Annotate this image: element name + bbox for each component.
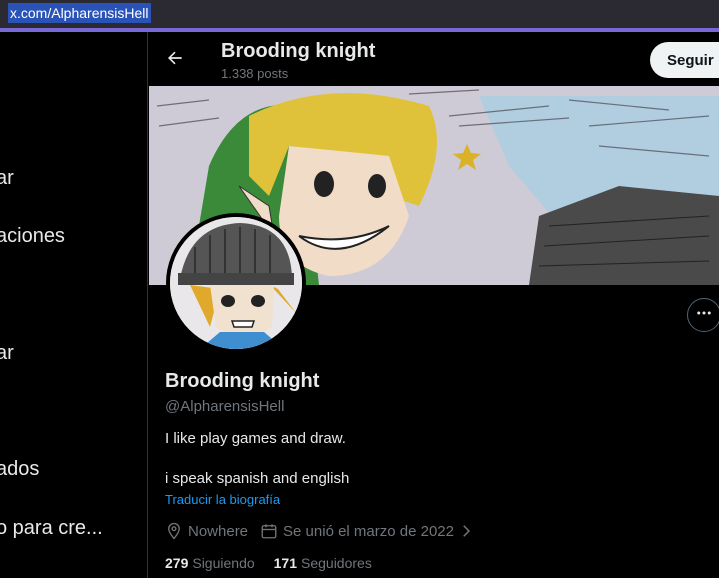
arrow-left-icon bbox=[165, 48, 185, 73]
location-pin-icon bbox=[165, 522, 183, 540]
location-text: Nowhere bbox=[188, 522, 249, 540]
browser-address-bar[interactable]: x.com/AlpharensisHell bbox=[0, 0, 719, 28]
joined-date: Se unió el marzo de 2022 bbox=[283, 522, 454, 540]
profile-avatar[interactable] bbox=[166, 213, 306, 353]
more-options-button[interactable] bbox=[687, 298, 719, 332]
sidebar-item-4[interactable]: ados bbox=[0, 458, 39, 481]
more-horizontal-icon bbox=[695, 304, 713, 327]
profile-handle: @AlpharensisHell bbox=[165, 398, 285, 415]
sidebar-item-5[interactable]: o para cre... bbox=[0, 517, 103, 540]
followers-count: 171 bbox=[273, 555, 297, 571]
sidebar-item-2[interactable]: aciones bbox=[0, 225, 65, 248]
following-count: 279 bbox=[165, 555, 189, 571]
follow-stats: 279 Siguiendo 171 Seguidores bbox=[165, 555, 391, 571]
followers-link[interactable]: 171 Seguidores bbox=[274, 555, 372, 571]
profile-column: Brooding knight 1.338 posts Seguir Brood… bbox=[149, 32, 719, 578]
profile-header-bar: Brooding knight 1.338 posts Seguir bbox=[149, 32, 719, 86]
header-profile-name: Brooding knight bbox=[221, 40, 376, 62]
chevron-right-icon[interactable] bbox=[457, 522, 475, 540]
calendar-icon bbox=[260, 522, 278, 540]
bio-line-1: I like play games and draw. bbox=[165, 430, 346, 447]
sidebar-nav: ar aciones ar ados o para cre... bbox=[0, 32, 148, 578]
bio-line-2: i speak spanish and english bbox=[165, 470, 350, 487]
url-text[interactable]: x.com/AlpharensisHell bbox=[8, 3, 151, 23]
follow-button[interactable]: Seguir bbox=[650, 42, 719, 78]
translate-bio-link[interactable]: Traducir la biografía bbox=[165, 492, 280, 507]
back-button[interactable] bbox=[159, 44, 191, 76]
followers-label: Seguidores bbox=[301, 555, 372, 571]
following-label: Siguiendo bbox=[192, 555, 255, 571]
following-link[interactable]: 279 Siguiendo bbox=[165, 555, 255, 571]
header-post-count: 1.338 posts bbox=[221, 66, 289, 81]
sidebar-item-1[interactable]: ar bbox=[0, 167, 14, 190]
sidebar-item-3[interactable]: ar bbox=[0, 342, 14, 365]
profile-name: Brooding knight bbox=[165, 370, 320, 392]
profile-meta: Nowhere Se unió el marzo de 2022 bbox=[165, 521, 475, 541]
